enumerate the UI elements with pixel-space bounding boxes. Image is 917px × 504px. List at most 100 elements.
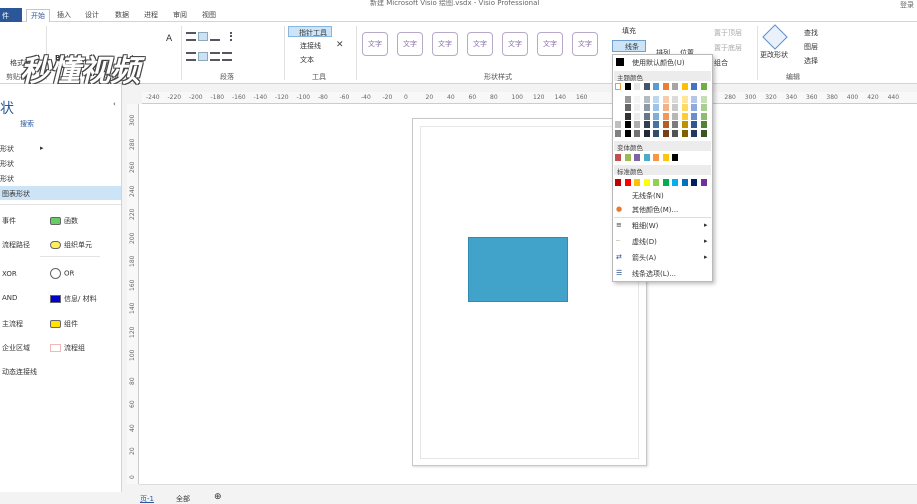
fill-button[interactable]: 填充 (622, 26, 636, 36)
standard-color-swatch[interactable] (691, 179, 697, 186)
theme-color-swatch[interactable] (615, 95, 621, 103)
rectangle-shape[interactable] (468, 237, 568, 302)
tab-process[interactable]: 进程 (144, 10, 158, 20)
variant-color-swatch[interactable] (662, 154, 669, 161)
theme-color-swatch[interactable] (681, 83, 688, 90)
collapse-icon[interactable]: ‹ (113, 100, 116, 108)
variant-color-swatch[interactable] (615, 154, 621, 161)
theme-color-swatch[interactable] (634, 83, 640, 90)
close-icon[interactable]: ✕ (336, 40, 344, 50)
theme-color-swatch[interactable] (700, 83, 707, 90)
theme-color-swatch[interactable] (643, 121, 650, 128)
shape-style-1[interactable]: 文字 (362, 32, 388, 56)
theme-color-swatch[interactable] (691, 104, 697, 111)
shape-style-5[interactable]: 文字 (502, 32, 528, 56)
standard-color-row[interactable] (615, 178, 711, 187)
shape-xor[interactable]: XOR (2, 270, 17, 278)
arrows-option[interactable]: 箭头(A) (632, 253, 656, 263)
theme-color-swatch[interactable] (624, 129, 631, 137)
theme-color-swatch[interactable] (691, 121, 697, 128)
line-options-option[interactable]: 线条选项(L)... (632, 269, 676, 279)
theme-color-swatch[interactable] (672, 129, 678, 137)
dashes-option[interactable]: 虚线(D) (632, 237, 657, 247)
theme-color-swatch[interactable] (672, 104, 678, 111)
align-right-icon[interactable] (210, 52, 220, 61)
variant-color-row[interactable] (615, 153, 711, 162)
theme-color-swatch[interactable] (700, 121, 707, 128)
align-middle-icon[interactable] (198, 32, 208, 41)
tab-data[interactable]: 数据 (115, 10, 129, 20)
theme-color-swatch[interactable] (653, 112, 659, 120)
tab-file[interactable]: 件 (0, 8, 22, 22)
tab-design[interactable]: 设计 (85, 10, 99, 20)
paragraph-buttons[interactable] (186, 32, 266, 66)
theme-color-swatch[interactable] (653, 83, 659, 90)
theme-color-swatch[interactable] (634, 112, 640, 120)
theme-color-swatch[interactable] (662, 129, 669, 137)
theme-color-swatch[interactable] (643, 104, 650, 111)
shape-style-2[interactable]: 文字 (397, 32, 423, 56)
more-colors-option[interactable]: 其他颜色(M)... (632, 205, 678, 215)
theme-color-swatch[interactable] (615, 104, 621, 111)
stencil-item[interactable]: 形状 (0, 159, 14, 169)
theme-color-swatch[interactable] (634, 129, 640, 137)
theme-color-swatch[interactable] (691, 95, 697, 103)
standard-color-swatch[interactable] (634, 179, 640, 186)
theme-color-swatch[interactable] (691, 83, 697, 90)
theme-color-swatch[interactable] (662, 112, 669, 120)
stencil-item[interactable]: 形状 (0, 174, 14, 184)
find-button[interactable]: 查找 (804, 28, 818, 38)
standard-color-swatch[interactable] (643, 179, 650, 186)
shape-style-6[interactable]: 文字 (537, 32, 563, 56)
theme-color-swatch[interactable] (662, 83, 669, 90)
add-page-icon[interactable]: ⊕ (214, 492, 222, 502)
theme-color-swatch[interactable] (615, 83, 621, 90)
theme-color-swatch[interactable] (672, 112, 678, 120)
shape-or[interactable]: OR (50, 268, 74, 279)
change-shape-button[interactable]: 更改形状 (760, 50, 788, 60)
standard-color-swatch[interactable] (672, 179, 678, 186)
theme-color-swatch[interactable] (643, 129, 650, 137)
search-tab[interactable]: 搜索 (20, 119, 34, 129)
shape-main-process[interactable]: 主流程 (2, 319, 23, 329)
standard-color-swatch[interactable] (615, 179, 621, 186)
pointer-tool-button[interactable]: 指针工具 (288, 26, 332, 37)
theme-color-swatch[interactable] (653, 129, 659, 137)
theme-color-swatch[interactable] (643, 112, 650, 120)
no-line-option[interactable]: 无线条(N) (632, 191, 664, 201)
shape-process-group[interactable]: 流程组 (50, 343, 85, 353)
theme-color-swatch[interactable] (681, 129, 688, 137)
send-to-back-button[interactable]: 置于底层 (714, 43, 742, 53)
connector-tool-button[interactable]: 连接线 (300, 41, 321, 51)
align-center-icon[interactable] (198, 52, 208, 61)
tab-home[interactable]: 开始 (26, 9, 50, 22)
theme-color-swatch[interactable] (615, 121, 621, 128)
shape-event[interactable]: 事件 (2, 216, 16, 226)
variant-color-swatch[interactable] (624, 154, 631, 161)
shape-enterprise-area[interactable]: 企业区域 (2, 343, 30, 353)
align-left-icon[interactable] (186, 52, 196, 61)
change-shape-icon[interactable] (762, 24, 788, 50)
variant-color-swatch[interactable] (643, 154, 650, 161)
shape-component[interactable]: 组件 (50, 319, 78, 329)
font-size-increase-button[interactable]: A (166, 34, 172, 44)
weight-option[interactable]: 粗细(W) (632, 221, 658, 231)
tab-insert[interactable]: 插入 (57, 10, 71, 20)
theme-color-swatch[interactable] (681, 112, 688, 120)
select-button[interactable]: 选择 (804, 56, 818, 66)
standard-color-swatch[interactable] (662, 179, 669, 186)
stencil-item[interactable]: 形状 (0, 144, 14, 154)
theme-color-swatch[interactable] (653, 95, 659, 103)
theme-color-swatch[interactable] (662, 95, 669, 103)
theme-color-swatch[interactable] (681, 121, 688, 128)
theme-color-swatch[interactable] (643, 95, 650, 103)
text-tool-button[interactable]: 文本 (300, 55, 314, 65)
theme-color-swatch[interactable] (643, 83, 650, 90)
variant-color-swatch[interactable] (634, 154, 640, 161)
theme-color-swatch[interactable] (672, 83, 678, 90)
variant-color-swatch[interactable] (672, 154, 678, 161)
theme-color-grid[interactable] (615, 83, 711, 139)
theme-color-swatch[interactable] (615, 112, 621, 120)
horizontal-scrollbar[interactable] (139, 484, 917, 492)
shape-and[interactable]: AND (2, 294, 17, 302)
